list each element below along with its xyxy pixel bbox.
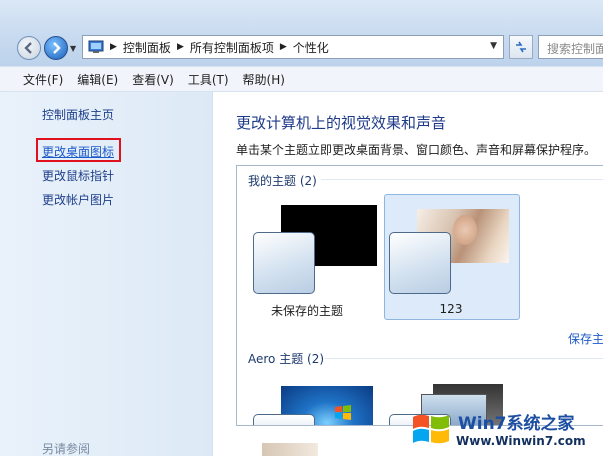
theme-list[interactable]: 我的主题 (2) 未保存的主题 123 保存主 Aero 主题 (2) [236,165,603,426]
theme-label-123[interactable]: 123 [401,302,501,316]
menu-view[interactable]: 查看(V) [125,71,181,88]
page-title: 更改计算机上的视觉效果和声音 [236,114,447,132]
address-dropdown-icon[interactable]: ▼ [490,41,497,51]
see-also-heading: 另请参阅 [42,442,91,456]
arrow-left-icon [24,42,32,54]
address-box[interactable]: ▶ 控制面板 ▶ 所有控制面板项 ▶ 个性化 ▼ [82,35,504,59]
windows-logo-icon [413,414,449,444]
windows-logo-icon [335,405,351,420]
refresh-icon [516,41,526,53]
recent-pages-dropdown-icon[interactable]: ▼ [70,44,76,53]
page-description: 单击某个主题立即更改桌面背景、窗口颜色、声音和屏幕保护程序。 [236,143,597,157]
watermark-url: Www.Winwin7.com [456,434,586,448]
my-themes-header[interactable]: 我的主题 (2) [248,172,317,189]
menu-bar: 文件(F) 编辑(E) 查看(V) 工具(T) 帮助(H) [0,66,603,92]
theme-thumbnail-window[interactable] [253,414,315,425]
breadcrumb-all-items[interactable]: 所有控制面板项 [190,39,274,56]
control-panel-home-link[interactable]: 控制面板主页 [42,106,114,123]
group-divider [325,358,603,359]
watermark-title: Win7系统之家 [458,414,575,434]
menu-edit[interactable]: 编辑(E) [70,71,125,88]
change-mouse-pointer-link[interactable]: 更改鼠标指针 [42,167,114,184]
group-divider [321,179,603,180]
search-input[interactable]: 搜索控制面板 [538,35,603,59]
menu-file[interactable]: 文件(F) [16,71,70,88]
breadcrumb-separator-icon[interactable]: ▶ [177,42,184,52]
breadcrumb-control-panel[interactable]: 控制面板 [123,39,171,56]
address-toolbar: ▼ ▶ 控制面板 ▶ 所有控制面板项 ▶ 个性化 ▼ 搜索控制面板 [0,0,603,66]
back-button[interactable] [17,36,41,60]
theme-thumbnail-window[interactable] [253,232,315,294]
theme-thumbnail-partial[interactable] [262,443,318,456]
control-panel-icon [88,40,104,53]
breadcrumb-separator-icon[interactable]: ▶ [280,42,287,52]
arrow-right-icon [53,42,61,54]
breadcrumb-separator-icon[interactable]: ▶ [110,42,117,52]
change-account-picture-link[interactable]: 更改帐户图片 [42,191,114,208]
menu-help[interactable]: 帮助(H) [236,71,292,88]
refresh-button[interactable] [509,35,533,59]
theme-label-unsaved[interactable]: 未保存的主题 [257,302,357,319]
aero-themes-header[interactable]: Aero 主题 (2) [248,350,324,367]
site-watermark: Win7系统之家 Www.Winwin7.com [404,404,603,456]
breadcrumb-personalization[interactable]: 个性化 [293,39,329,56]
annotation-highlight-box [36,138,121,162]
forward-button[interactable] [44,36,68,60]
save-theme-link[interactable]: 保存主 [568,330,603,347]
theme-thumbnail-window[interactable] [389,232,451,294]
menu-tools[interactable]: 工具(T) [181,71,236,88]
